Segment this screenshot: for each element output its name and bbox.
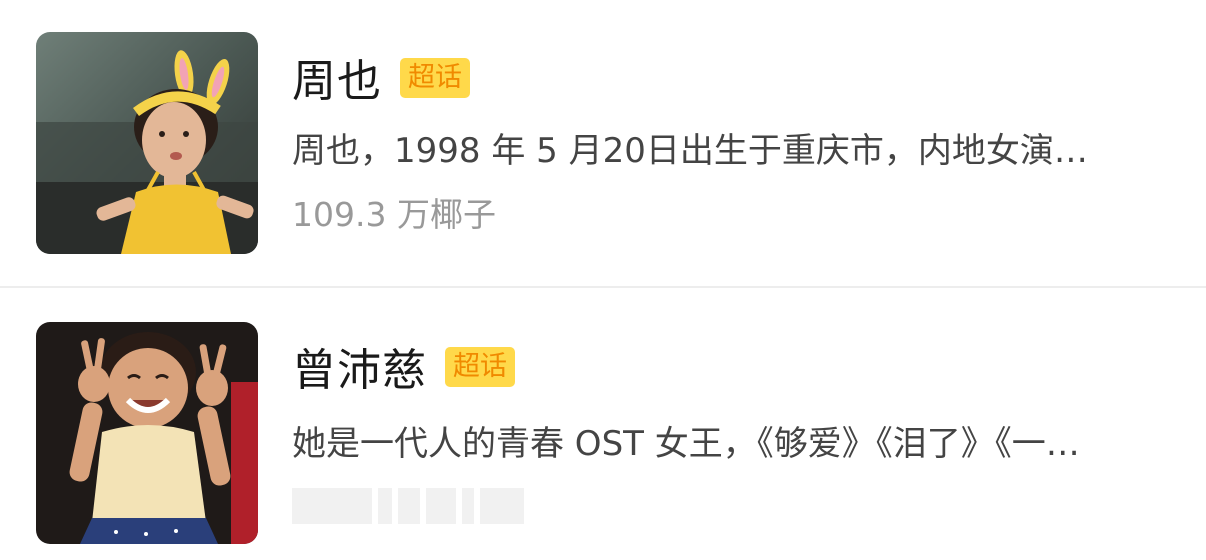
topic-list: 周也 超话 周也，1998 年 5 月20日出生于重庆市，内地女演… 109.3… [0, 0, 1206, 545]
topic-description: 她是一代人的青春 OST 女王，《够爱》《泪了》《一… [292, 424, 1080, 464]
super-topic-badge: 超话 [400, 58, 470, 98]
list-item[interactable]: 周也 超话 周也，1998 年 5 月20日出生于重庆市，内地女演… 109.3… [0, 0, 1206, 270]
super-topic-badge: 超话 [445, 347, 515, 387]
divider [0, 286, 1206, 288]
list-item[interactable]: 曾沛慈 超话 她是一代人的青春 OST 女王，《够爱》《泪了》《一… [0, 290, 1206, 560]
avatar[interactable] [36, 32, 258, 254]
topic-title[interactable]: 周也 [292, 52, 382, 112]
topic-description: 周也，1998 年 5 月20日出生于重庆市，内地女演… [292, 131, 1088, 171]
loading-placeholder [292, 488, 524, 524]
title-row: 周也 超话 [292, 52, 470, 112]
avatar[interactable] [36, 322, 258, 544]
childhood-photo-bunny-ears [36, 32, 258, 254]
title-row: 曾沛慈 超话 [292, 341, 515, 401]
childhood-photo-peace-signs [36, 322, 258, 544]
topic-meta: 109.3 万椰子 [292, 195, 496, 234]
topic-title[interactable]: 曾沛慈 [292, 341, 427, 401]
